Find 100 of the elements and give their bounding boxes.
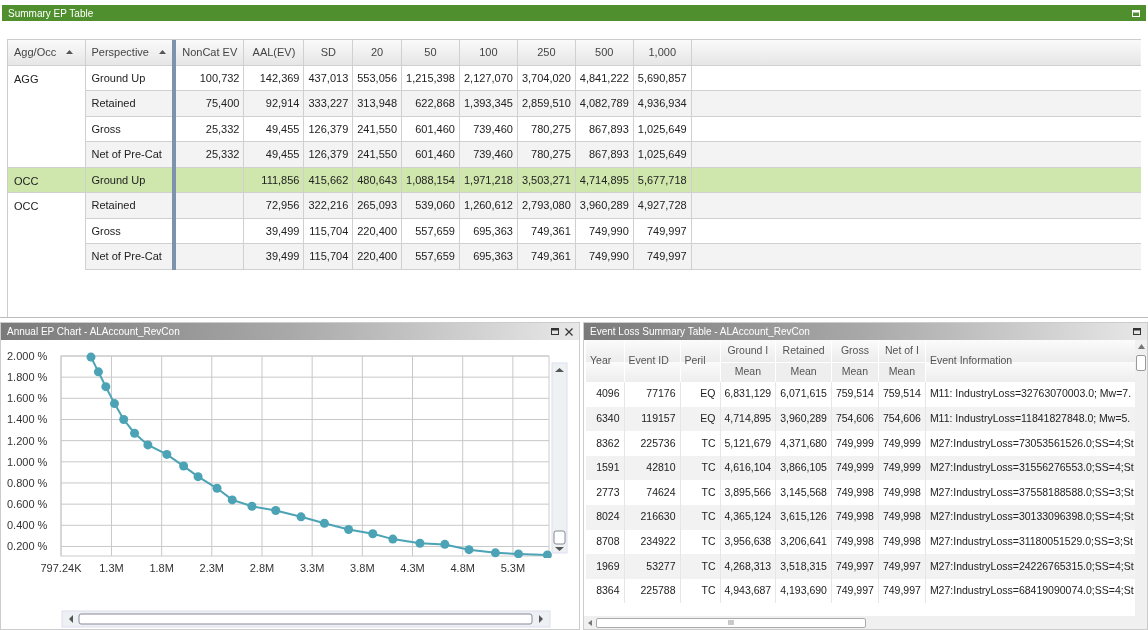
data-point — [101, 382, 111, 392]
column-subheader[interactable]: Mean — [878, 362, 926, 382]
column-subheader[interactable]: Mean — [775, 362, 832, 382]
table-cell: 754,606 — [878, 406, 926, 432]
column-header[interactable]: 50 — [401, 40, 460, 65]
column-header[interactable]: AAL(EV) — [244, 40, 304, 65]
table-cell: 3,518,315 — [775, 554, 832, 579]
horizontal-scrollbar[interactable] — [61, 610, 551, 628]
table-cell: 749,361 — [517, 218, 576, 244]
table-cell: 49,455 — [244, 116, 304, 142]
data-point — [319, 518, 329, 528]
data-point — [388, 534, 398, 544]
table-cell: 739,460 — [459, 116, 518, 142]
table-cell: 4,714,895 — [720, 406, 776, 432]
table-cell: TC — [680, 431, 720, 456]
column-header[interactable]: Net of I — [878, 340, 926, 362]
table-cell: 220,400 — [352, 218, 402, 244]
table-cell: 480,643 — [352, 167, 402, 193]
table-row[interactable]: OCC Retained 72,956 322,216 265,093 539,060 1,260,612 2,793,080 3,960,289 4,927,728 — [8, 192, 1141, 218]
y-tick-label: 0.600 % — [7, 498, 48, 511]
column-subheader[interactable]: Mean — [720, 362, 776, 382]
table-cell: 749,997 — [633, 218, 692, 244]
column-header[interactable]: Perspective — [85, 40, 174, 65]
table-row[interactable]: Net of Pre-Cat 25,332 49,455 126,379 241,550 601,460 739,460 780,275 867,893 1,025,649 — [8, 141, 1141, 167]
data-point — [247, 501, 257, 511]
column-header[interactable]: 500 — [575, 40, 634, 65]
table-cell: 3,145,568 — [775, 480, 832, 505]
column-header[interactable]: Retained — [775, 340, 832, 362]
scroll-left-icon[interactable] — [588, 619, 592, 626]
table-cell: 749,997 — [831, 578, 879, 604]
column-header[interactable]: Event ID — [624, 340, 680, 382]
table-cell: 867,893 — [575, 116, 634, 142]
column-header[interactable]: 250 — [517, 40, 576, 65]
maximize-icon[interactable] — [1133, 328, 1141, 335]
table-cell: 749,999 — [831, 455, 879, 481]
table-cell: 4,268,313 — [720, 554, 776, 579]
column-header[interactable]: 100 — [459, 40, 518, 65]
data-point — [490, 548, 500, 558]
y-tick-label: 0.800 % — [7, 477, 48, 489]
table-cell: 25,332 — [174, 116, 244, 142]
data-point — [109, 399, 119, 409]
table-row[interactable]: Retained 75,400 92,914 333,227 313,948 622,868 1,393,345 2,859,510 4,082,789 4,936,934 — [8, 90, 1141, 116]
table-cell: OCC — [8, 192, 85, 218]
data-point — [86, 352, 96, 362]
table-cell: 749,999 — [878, 455, 926, 481]
table-cell: EQ — [680, 406, 720, 432]
column-header[interactable]: 1,000 — [633, 40, 692, 65]
data-point — [440, 539, 450, 549]
table-cell: Net of Pre-Cat — [85, 243, 174, 269]
table-cell: AGG — [8, 65, 85, 91]
table-cell: 3,960,289 — [775, 406, 832, 432]
column-header[interactable]: Agg/Occ — [8, 40, 85, 65]
data-point — [464, 545, 474, 555]
x-tick-label: 4.8M — [450, 562, 475, 574]
table-cell: 3,503,271 — [517, 167, 576, 193]
table-cell: 1,971,218 — [459, 167, 518, 193]
scrollbar-thumb[interactable] — [1136, 355, 1146, 371]
table-cell: 749,998 — [878, 504, 926, 530]
column-header[interactable]: 20 — [352, 40, 402, 65]
table-cell: 4,371,680 — [775, 431, 832, 456]
data-point — [296, 512, 306, 522]
data-point — [514, 549, 523, 558]
table-cell: 695,363 — [459, 218, 518, 244]
close-icon[interactable] — [565, 327, 573, 336]
table-cell: 241,550 — [352, 116, 402, 142]
data-point — [212, 483, 222, 493]
vertical-scrollbar[interactable] — [551, 362, 568, 554]
column-header[interactable]: Ground I — [720, 340, 776, 362]
x-tick-label: 2.3M — [199, 562, 225, 574]
y-tick-label: 1.200 % — [7, 434, 48, 447]
table-cell: 3,615,126 — [775, 504, 832, 530]
vertical-scrollbar[interactable] — [1135, 340, 1147, 616]
table-cell: 5,677,718 — [633, 167, 692, 193]
table-cell: 1,215,398 — [401, 65, 460, 91]
column-header[interactable]: SD — [304, 40, 353, 65]
selected-row[interactable]: OCC Ground Up 111,856 415,662 480,643 1,088,154 1,971,218 3,503,271 4,714,895 5,677,718 — [8, 167, 1141, 193]
scroll-up-icon[interactable] — [1137, 344, 1145, 349]
table-cell: 1,025,649 — [633, 116, 692, 142]
column-header[interactable]: Peril — [680, 340, 720, 382]
column-header[interactable]: Gross — [831, 340, 879, 362]
table-cell: 216630 — [624, 504, 680, 530]
maximize-icon[interactable] — [551, 328, 559, 335]
column-header[interactable]: Year — [586, 340, 624, 382]
table-cell: 557,659 — [401, 218, 460, 244]
table-cell: 780,275 — [517, 116, 576, 142]
table-cell: 749,999 — [831, 431, 879, 456]
table-row[interactable]: Net of Pre-Cat 39,499 115,704 220,400 557,659 695,363 749,361 749,990 749,997 — [8, 243, 1141, 269]
table-cell: 53277 — [624, 554, 680, 579]
table-cell: 759,514 — [831, 382, 879, 407]
x-tick-label: 4.3M — [400, 562, 425, 574]
table-cell: 1969 — [586, 554, 624, 579]
table-cell: 749,998 — [831, 480, 879, 505]
table-cell: 77176 — [624, 382, 680, 407]
table-cell: Retained — [85, 192, 174, 218]
table-cell: 759,514 — [878, 382, 926, 407]
column-header[interactable]: NonCat EV — [174, 40, 244, 65]
column-subheader[interactable]: Mean — [831, 362, 879, 382]
table-cell: 749,997 — [878, 578, 926, 604]
table-cell: 2773 — [586, 480, 624, 505]
table-cell: 8024 — [586, 504, 624, 530]
